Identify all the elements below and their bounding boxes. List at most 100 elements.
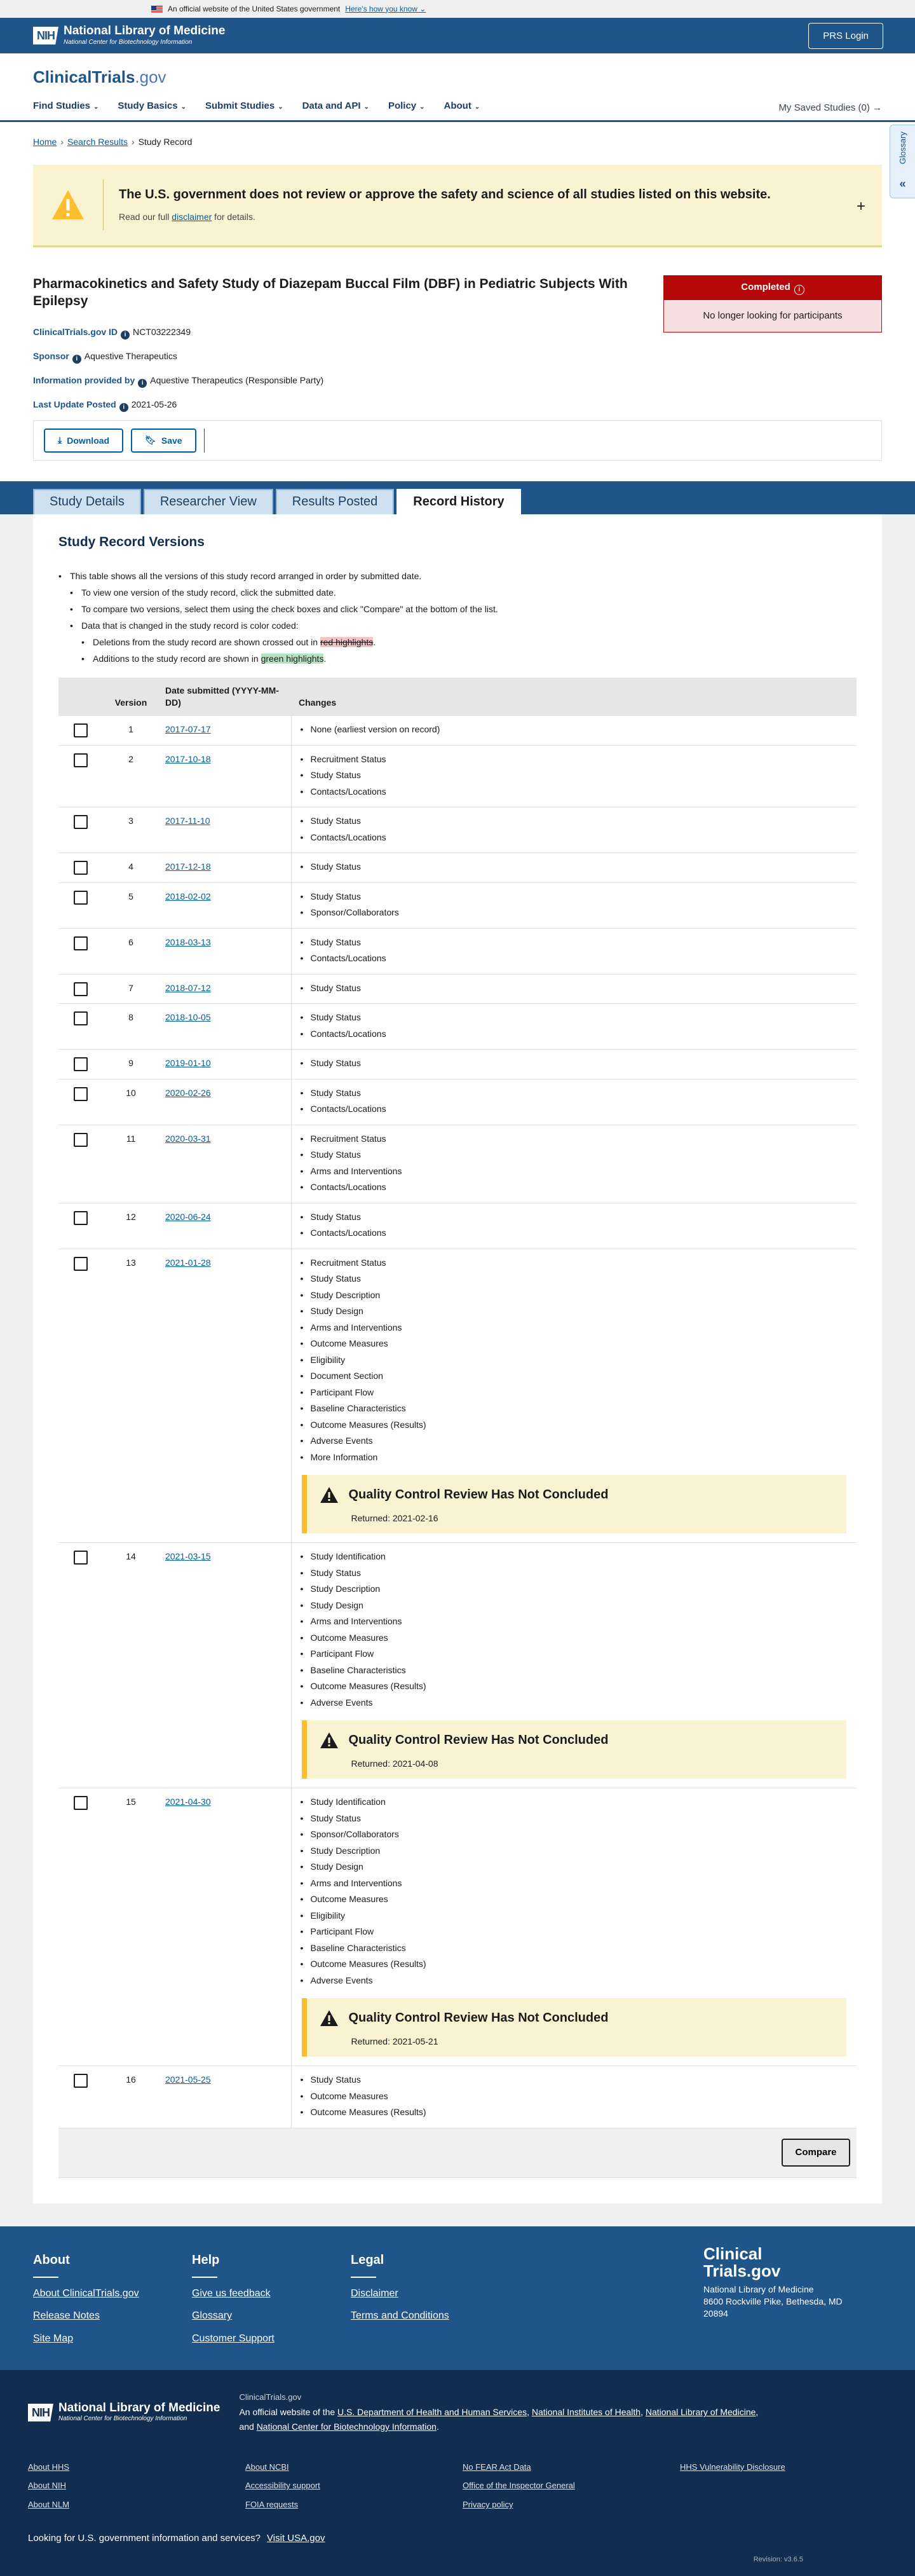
change-item: Contacts/Locations	[299, 786, 850, 802]
nav-find-studies[interactable]: Find Studies ⌄	[33, 100, 98, 113]
version-date-link[interactable]: 2017-11-10	[165, 816, 210, 826]
version-checkbox[interactable]	[74, 1086, 88, 1101]
footer-link[interactable]: About ClinicalTrials.gov	[33, 2287, 192, 2301]
version-checkbox[interactable]	[74, 890, 88, 905]
tab-record-history[interactable]: Record History	[396, 488, 521, 514]
breadcrumb-search-results[interactable]: Search Results	[67, 137, 128, 147]
version-checkbox[interactable]	[74, 1011, 88, 1026]
version-checkbox[interactable]	[74, 1256, 88, 1271]
how-you-know-link[interactable]: Here's how you know ⌄	[345, 4, 426, 14]
footer-agency-link[interactable]: About NLM	[28, 2499, 245, 2511]
tab-researcher-view[interactable]: Researcher View	[143, 488, 273, 514]
saved-studies-link[interactable]: My Saved Studies (0) →	[778, 102, 882, 114]
footer-addr-line2: 8600 Rockville Pike, Bethesda, MD 20894	[703, 2296, 843, 2319]
info-icon[interactable]: i	[119, 403, 128, 413]
change-item: Study Status	[299, 1087, 850, 1104]
version-date-link[interactable]: 2020-02-26	[165, 1088, 211, 1098]
version-date-link[interactable]: 2020-03-31	[165, 1134, 211, 1144]
footer-ct-logo[interactable]: Clinical Trials.gov	[703, 2245, 780, 2280]
version-date-link[interactable]: 2021-04-30	[165, 1797, 211, 1807]
footer-link[interactable]: Site Map	[33, 2332, 192, 2346]
qc-returned-date: Returned: 2021-05-21	[351, 2036, 438, 2047]
nav-data-api[interactable]: Data and API ⌄	[302, 100, 369, 113]
version-checkbox[interactable]	[74, 2074, 88, 2088]
tab-study-details[interactable]: Study Details	[33, 488, 141, 514]
footer-link[interactable]: Release Notes	[33, 2309, 192, 2323]
nlm-logo[interactable]: NIH National Library of Medicine Nationa…	[33, 24, 225, 46]
change-item: Study Status	[299, 815, 850, 832]
nav-about[interactable]: About ⌄	[444, 100, 480, 113]
version-checkbox[interactable]	[74, 982, 88, 996]
change-item: Study Design	[299, 1600, 850, 1616]
version-checkbox[interactable]	[74, 936, 88, 950]
info-icon[interactable]: i	[72, 355, 81, 364]
footer-nlm-logo[interactable]: NIH National Library of Medicine Nationa…	[28, 2392, 220, 2434]
hhs-link[interactable]: U.S. Department of Health and Human Serv…	[337, 2407, 527, 2417]
status-subtext: No longer looking for participants	[663, 299, 882, 332]
info-icon[interactable]: i	[138, 379, 147, 388]
disclaimer-link[interactable]: disclaimer	[172, 212, 212, 222]
footer-agency-link[interactable]: About NCBI	[245, 2462, 463, 2473]
version-date-link[interactable]: 2021-01-28	[165, 1257, 211, 1268]
prs-login-button[interactable]: PRS Login	[808, 22, 883, 49]
footer-agency-link[interactable]: Privacy policy	[463, 2499, 680, 2511]
version-date-link[interactable]: 2021-05-25	[165, 2074, 211, 2085]
action-bar: ⤓ Download 🔖︎ Save	[33, 420, 882, 461]
warning-icon	[52, 190, 84, 220]
version-date-link[interactable]: 2019-01-10	[165, 1058, 211, 1068]
version-checkbox[interactable]	[74, 753, 88, 767]
version-date-link[interactable]: 2017-07-17	[165, 724, 211, 734]
version-changes: Study StatusOutcome MeasuresOutcome Meas…	[291, 2066, 857, 2128]
nih-link[interactable]: National Institutes of Health	[532, 2407, 640, 2417]
footer-agency-link[interactable]: About HHS	[28, 2462, 245, 2473]
version-date-link[interactable]: 2018-02-02	[165, 891, 211, 901]
version-date-link[interactable]: 2021-03-15	[165, 1551, 211, 1561]
version-date-link[interactable]: 2020-06-24	[165, 1212, 211, 1222]
footer-agency-link[interactable]: No FEAR Act Data	[463, 2462, 680, 2473]
version-date-link[interactable]: 2018-10-05	[165, 1012, 211, 1022]
save-button[interactable]: 🔖︎ Save	[131, 428, 196, 453]
ncbi-link[interactable]: National Center for Biotechnology Inform…	[257, 2422, 437, 2432]
usa-gov-link[interactable]: Visit USA.gov	[267, 2533, 325, 2544]
version-date-link[interactable]: 2018-07-12	[165, 983, 211, 993]
footer-agency-link[interactable]: HHS Vulnerability Disclosure	[680, 2462, 897, 2473]
footer-agency-link[interactable]: Accessibility support	[245, 2480, 463, 2491]
download-button[interactable]: ⤓ Download	[44, 428, 124, 453]
breadcrumb-home[interactable]: Home	[33, 137, 57, 147]
change-item: Arms and Interventions	[299, 1165, 850, 1182]
table-row: 13 2021-01-28 Recruitment StatusStudy St…	[58, 1249, 857, 1544]
instruction-compare: To compare two versions, select them usi…	[70, 603, 857, 615]
version-checkbox[interactable]	[74, 815, 88, 830]
footer-link[interactable]: Customer Support	[192, 2332, 351, 2346]
footer-agency-link[interactable]: Office of the Inspector General	[463, 2480, 680, 2491]
footer-link[interactable]: Terms and Conditions	[351, 2309, 510, 2323]
clinicaltrials-logo[interactable]: ClinicalTrials.gov	[33, 66, 882, 88]
compare-button[interactable]: Compare	[782, 2138, 850, 2167]
version-checkbox[interactable]	[74, 1132, 88, 1147]
version-checkbox[interactable]	[74, 1210, 88, 1225]
footer-agency-link[interactable]: FOIA requests	[245, 2499, 463, 2511]
versions-heading: Study Record Versions	[58, 534, 205, 549]
version-checkbox[interactable]	[74, 723, 88, 738]
footer-link[interactable]: Glossary	[192, 2309, 351, 2323]
nav-submit-studies[interactable]: Submit Studies ⌄	[205, 100, 283, 113]
footer-agency-link[interactable]: About NIH	[28, 2480, 245, 2491]
version-date-link[interactable]: 2018-03-13	[165, 937, 211, 947]
expand-plus-icon[interactable]: +	[857, 196, 865, 217]
version-checkbox[interactable]	[74, 1551, 88, 1565]
version-checkbox[interactable]	[74, 1796, 88, 1811]
info-icon[interactable]: i	[121, 331, 130, 340]
version-date-link[interactable]: 2017-12-18	[165, 861, 211, 872]
nlm-link[interactable]: National Library of Medicine	[646, 2407, 756, 2417]
footer-link[interactable]: Disclaimer	[351, 2287, 510, 2301]
tab-results-posted[interactable]: Results Posted	[275, 488, 395, 514]
provided-label: Information provided by	[33, 375, 135, 386]
version-checkbox[interactable]	[74, 861, 88, 875]
version-date-link[interactable]: 2017-10-18	[165, 754, 211, 764]
version-checkbox[interactable]	[74, 1057, 88, 1072]
info-circle-icon[interactable]: i	[794, 284, 804, 295]
nav-policy[interactable]: Policy ⌄	[388, 100, 425, 113]
glossary-tab[interactable]: Glossary «	[890, 125, 915, 198]
nav-study-basics[interactable]: Study Basics ⌄	[118, 100, 186, 113]
footer-link[interactable]: Give us feedback	[192, 2287, 351, 2301]
